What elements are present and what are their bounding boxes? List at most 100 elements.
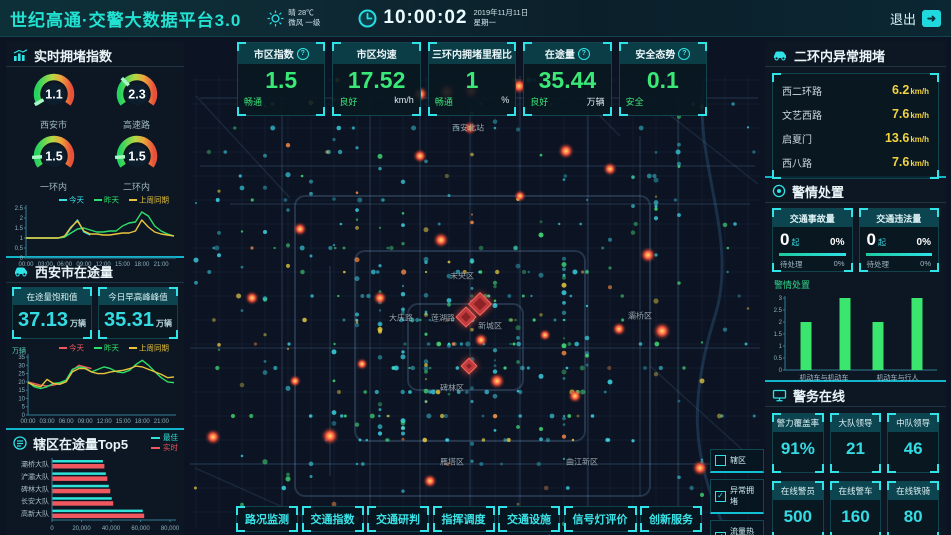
kpi-unit: 万辆 (587, 95, 605, 108)
checkbox-icon: ✓ (715, 532, 726, 535)
svg-text:1.5: 1.5 (774, 332, 783, 338)
svg-text:0.5: 0.5 (774, 356, 783, 362)
svg-text:1.5: 1.5 (45, 150, 62, 164)
kpi-status: 良好 (339, 95, 357, 108)
monitor-icon (772, 389, 787, 402)
stat-value: 46 (888, 432, 938, 459)
kpi-unit: km/h (394, 95, 414, 108)
nav-button-label: 创新服务 (649, 514, 693, 526)
kpi-status: 良好 (530, 95, 548, 108)
question-icon[interactable]: ? (297, 48, 309, 60)
svg-text:长安大队: 长安大队 (21, 497, 49, 506)
police-handling-panel: 警情处置 交通事故量0起0%待处理0%交通违法量0起0%待处理0% 警情处置 0… (765, 178, 946, 382)
online-stat-card: 在线警车160 (830, 481, 882, 535)
nav-button-label: 信号灯评价 (573, 514, 628, 526)
svg-text:2.5: 2.5 (15, 206, 24, 212)
road-name: 文艺西路 (782, 107, 822, 122)
stat-pct: 0% (830, 237, 844, 248)
stat-value: 37.13 (18, 309, 68, 331)
kpi-status: 畅通 (244, 95, 262, 108)
stat-value: 21 (831, 432, 881, 459)
svg-text:15:00: 15:00 (116, 419, 132, 425)
svg-text:18:00: 18:00 (135, 419, 151, 425)
onroad-stat-card: 今日早高峰峰值35.31万辆 (98, 287, 178, 339)
svg-text:上周同期: 上周同期 (139, 196, 169, 205)
app-title: 世纪高通·交警大数据平台3.0 (10, 6, 241, 31)
nav-button[interactable]: 创新服务 (640, 506, 702, 532)
top5-bar-chart: 灞桥大队浐灞大队碑林大队长安大队高新大队020,00040,00060,0008… (6, 454, 184, 535)
svg-text:00:00: 00:00 (20, 419, 36, 425)
nav-button[interactable]: 交通指数 (302, 506, 364, 532)
logout-button[interactable]: 退出 ➜ (890, 9, 941, 28)
map-layer-toggle[interactable]: ✓异常拥堵 (710, 479, 764, 514)
pending-pct: 0% (834, 259, 845, 270)
svg-text:2: 2 (779, 320, 783, 326)
kpi-label: 三环内拥堵里程比 (432, 46, 512, 61)
stat-label: 交通事故量 (773, 209, 852, 227)
stat-value: 160 (831, 500, 881, 527)
police-stat-card: 交通违法量0起0%待处理0% (859, 208, 940, 272)
svg-text:碑林大队: 碑林大队 (21, 484, 49, 493)
pending-pct: 0% (920, 259, 931, 270)
police-stat-card: 交通事故量0起0%待处理0% (772, 208, 853, 272)
weather-temp: 晴 28℃ (288, 8, 320, 18)
svg-text:昨天: 昨天 (104, 343, 119, 353)
map-label: 灞桥区 (628, 311, 652, 322)
svg-text:30: 30 (18, 363, 25, 369)
congestion-gauge: 1.1西安市 (12, 69, 95, 131)
svg-text:80,000: 80,000 (161, 526, 180, 532)
count-unit: 起 (791, 237, 799, 248)
svg-text:今天: 今天 (69, 343, 84, 353)
nav-button[interactable]: 路况监测 (236, 506, 298, 532)
checkbox-icon (715, 455, 726, 466)
nav-button[interactable]: 交通研判 (367, 506, 429, 532)
gauge-label: 一环内 (12, 180, 95, 193)
abnormal-road-row: 西八路7.6km/h (773, 150, 938, 174)
progress-bar (866, 253, 933, 256)
stat-value: 91% (773, 432, 823, 459)
nav-button-label: 交通研判 (376, 514, 420, 526)
map-label: 碑林区 (440, 383, 464, 394)
svg-text:60,000: 60,000 (131, 526, 150, 532)
kpi-unit: % (501, 95, 509, 108)
kpi-card: 三环内拥堵里程比1畅通% (428, 42, 516, 116)
abnormal-road-row: 启夏门13.6km/h (773, 126, 938, 150)
dashboard: 西安北站未央区新城区莲湖路大庆路灞桥区碑林区雁塔区曲江新区 辖区✓异常拥堵✓流量… (0, 0, 951, 535)
question-icon[interactable]: ? (678, 48, 690, 60)
nav-button[interactable]: 指挥调度 (433, 506, 495, 532)
stat-value: 500 (773, 500, 823, 527)
road-speed: 13.6 (885, 131, 909, 145)
question-icon[interactable]: ? (578, 48, 590, 60)
abnormal-road-list: 西二环路6.2km/h文艺西路7.6km/h启夏门13.6km/h西八路7.6k… (772, 73, 939, 179)
svg-text:1.1: 1.1 (45, 88, 62, 102)
nav-button-label: 指挥调度 (442, 514, 486, 526)
svg-text:万辆: 万辆 (12, 346, 26, 355)
section-title: 辖区在途量Top5 (33, 434, 128, 453)
legend-item: 最佳 (151, 433, 178, 443)
kpi-status: 安全 (626, 95, 644, 108)
stat-label: 在线警员 (773, 482, 823, 500)
logout-label: 退出 (890, 9, 916, 28)
map-label: 曲江新区 (566, 457, 598, 468)
nav-button[interactable]: 交通设施 (498, 506, 560, 532)
weather-wind: 微风 一级 (288, 18, 320, 28)
police-online-panel: 警务在线 警力覆盖率91%大队领导21中队领导46在线警员500在线警车160在… (765, 382, 946, 534)
map-layer-toggle[interactable]: ✓流量热力 (710, 520, 764, 535)
kpi-value: 1.5 (238, 64, 324, 95)
svg-text:灞桥大队: 灞桥大队 (21, 460, 49, 469)
svg-text:10: 10 (18, 396, 25, 402)
map-label: 西安北站 (452, 123, 484, 134)
svg-text:机动车与行人: 机动车与行人 (877, 373, 919, 382)
abnormal-road-row: 文艺西路7.6km/h (773, 102, 938, 126)
stat-count: 0 (780, 230, 789, 250)
road-speed: 7.6 (892, 107, 909, 121)
stat-value: 80 (888, 500, 938, 527)
speed-unit: km/h (910, 135, 929, 144)
road-name: 西八路 (782, 155, 812, 170)
stat-count: 0 (867, 230, 876, 250)
nav-button[interactable]: 信号灯评价 (564, 506, 637, 532)
svg-text:1.5: 1.5 (128, 150, 145, 164)
map-layer-toggle[interactable]: 辖区 (710, 449, 764, 473)
online-stat-card: 在线铁骑80 (887, 481, 939, 535)
stat-pct: 0% (917, 237, 931, 248)
